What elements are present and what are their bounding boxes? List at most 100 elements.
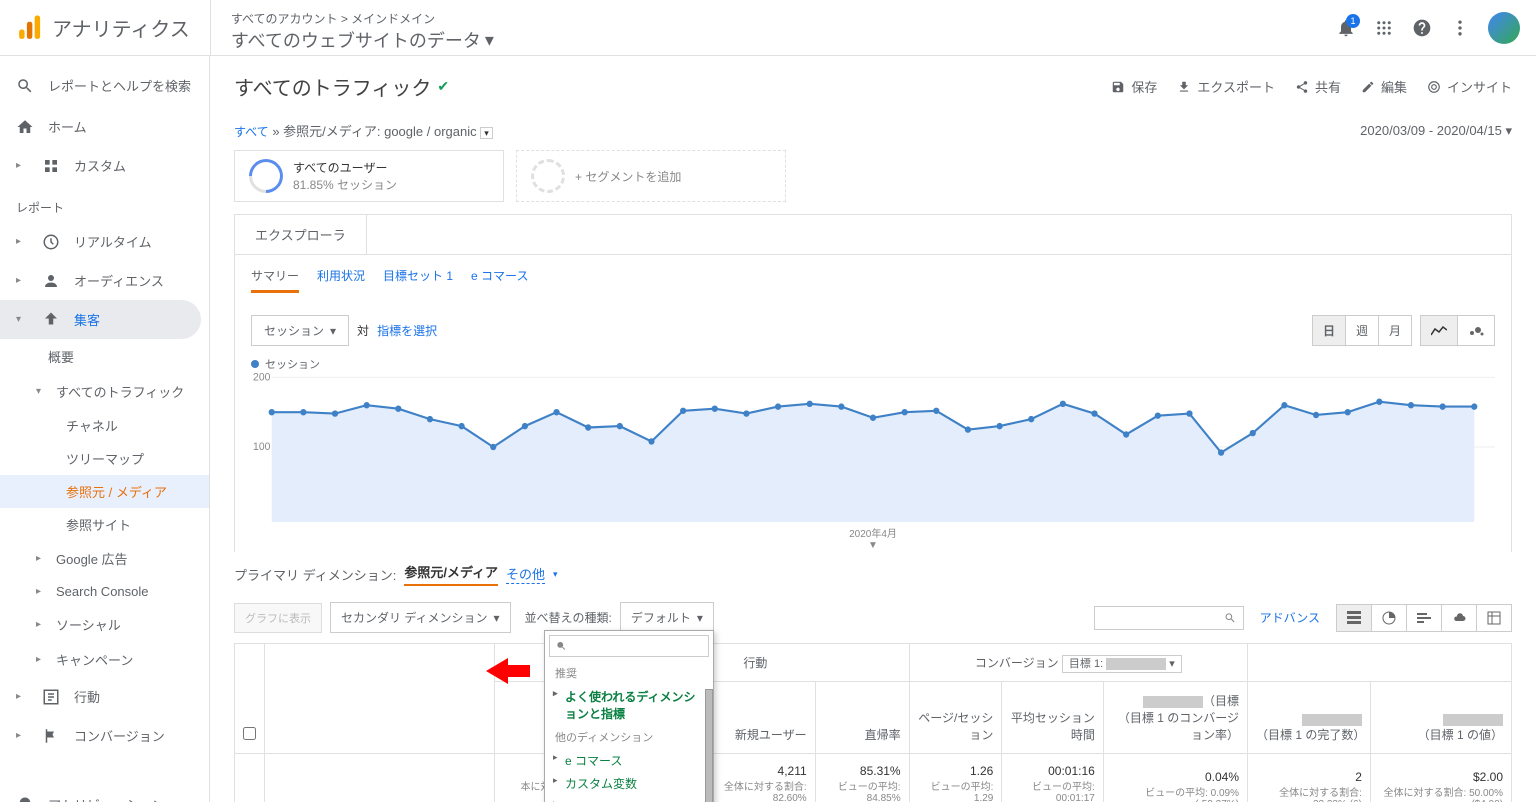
dropdown-caret-icon: ▾: [485, 30, 494, 51]
nav-social[interactable]: ▸ソーシャル: [0, 607, 209, 642]
sidebar-custom[interactable]: ▸カスタム: [0, 146, 209, 185]
edit-button[interactable]: 編集: [1361, 77, 1407, 96]
legend-label: セッション: [265, 356, 320, 372]
help-icon[interactable]: [1412, 18, 1432, 38]
dd-search-input[interactable]: [571, 639, 702, 653]
sidebar-acquisition[interactable]: ▾集客: [0, 300, 201, 339]
nav-campaign[interactable]: ▸キャンペーン: [0, 642, 209, 677]
segment-add[interactable]: + セグメントを追加: [516, 150, 786, 202]
col-bounce[interactable]: 直帰率: [815, 682, 909, 754]
sidebar-search[interactable]: レポートとヘルプを検索: [0, 64, 209, 107]
svg-text:100: 100: [253, 441, 270, 453]
nav-channel[interactable]: チャネル: [0, 409, 209, 442]
avatar[interactable]: [1488, 12, 1520, 44]
svg-text:200: 200: [253, 372, 270, 384]
sort-type-btn[interactable]: デフォルト ▾: [620, 602, 714, 633]
dd-item-social[interactable]: ソーシャル: [545, 795, 713, 802]
dd-search[interactable]: [549, 635, 709, 657]
dd-item-custom[interactable]: カスタム変数: [545, 772, 713, 795]
nav-referral[interactable]: 参照サイト: [0, 508, 209, 541]
crumb-dropdown[interactable]: ▾: [480, 127, 493, 139]
chart-metric[interactable]: セッション ▾: [251, 315, 349, 346]
subtab-ecommerce[interactable]: e コマース: [471, 267, 528, 293]
subtab-summary[interactable]: サマリー: [251, 267, 299, 293]
secondary-dim-btn[interactable]: セカンダリ ディメンション ▾: [330, 602, 511, 633]
dd-item-ecom[interactable]: e コマース: [545, 749, 713, 772]
sidebar-section-reports: レポート: [0, 185, 209, 222]
chevron-right-icon: ▸: [16, 691, 28, 702]
breadcrumb-main: すべてのウェブサイトのデータ: [231, 27, 481, 53]
col-goal-comp[interactable]: （目標 1 の完了数）: [1248, 682, 1371, 754]
tgl-day[interactable]: 日: [1313, 316, 1346, 345]
nav-overview[interactable]: 概要: [0, 339, 209, 374]
sidebar: レポートとヘルプを検索 ホーム ▸カスタム レポート ▸リアルタイム ▸オーディ…: [0, 56, 210, 802]
crumb-filter: 参照元/メディア: google / organic: [283, 124, 476, 139]
chevron-right-icon: ▸: [36, 586, 48, 597]
col-pages[interactable]: ページ/セッション: [909, 682, 1002, 754]
save-button[interactable]: 保存: [1111, 77, 1157, 96]
select-all[interactable]: [243, 727, 256, 740]
col-goal-val[interactable]: （目標 1 の値）: [1370, 682, 1511, 754]
chevron-right-icon: ▸: [16, 236, 28, 247]
tgl-week[interactable]: 週: [1346, 316, 1379, 345]
bell-badge: 1: [1346, 14, 1360, 28]
col-duration[interactable]: 平均セッション時間: [1002, 682, 1103, 754]
nav-source-medium[interactable]: 参照元 / メディア: [0, 475, 209, 508]
chevron-right-icon: ▸: [16, 275, 28, 286]
sidebar-realtime[interactable]: ▸リアルタイム: [0, 222, 209, 261]
sidebar-home[interactable]: ホーム: [0, 107, 209, 146]
subtab-usage[interactable]: 利用状況: [317, 267, 365, 293]
more-icon[interactable]: [1450, 18, 1470, 38]
header-breadcrumb[interactable]: すべてのアカウント > メインドメイン すべてのウェブサイトのデータ▾: [210, 0, 1336, 55]
segment-add-icon: [531, 159, 565, 193]
chart-bubble-icon[interactable]: [1458, 316, 1494, 345]
tab-explorer[interactable]: エクスプローラ: [234, 214, 367, 254]
nav-sc[interactable]: ▸Search Console: [0, 576, 209, 607]
nav-ads[interactable]: ▸Google 広告: [0, 541, 209, 576]
tgl-month[interactable]: 月: [1379, 316, 1411, 345]
col-goal-cvr[interactable]: （目標（目標 1 のコンバージョン率）: [1103, 682, 1247, 754]
sidebar-behavior[interactable]: ▸行動: [0, 677, 209, 716]
dd-item-popular[interactable]: よく使われるディメンションと指標: [545, 685, 713, 725]
share-icon: [1295, 80, 1309, 94]
red-arrow-annotation: [486, 658, 530, 687]
redacted-goal: [1106, 658, 1166, 670]
sidebar-attribution[interactable]: アトリビューション: [0, 785, 209, 802]
subtab-goalset[interactable]: 目標セット 1: [383, 267, 453, 293]
nav-all-traffic[interactable]: ▾すべてのトラフィック: [0, 374, 209, 409]
chevron-down-icon: ▾: [16, 314, 28, 325]
select-metric[interactable]: 指標を選択: [377, 322, 437, 339]
bell-icon[interactable]: 1: [1336, 18, 1356, 38]
export-button[interactable]: エクスポート: [1177, 77, 1275, 96]
chart-line-icon[interactable]: [1421, 316, 1458, 345]
view-pie-icon[interactable]: [1372, 605, 1407, 631]
sort-label: 並べ替えの種類:: [525, 609, 612, 626]
view-table-icon[interactable]: [1337, 605, 1372, 631]
pd-other[interactable]: その他: [506, 564, 545, 584]
search-placeholder: レポートとヘルプを検索: [48, 76, 191, 95]
breadcrumb-path: すべてのアカウント > メインドメイン: [231, 10, 435, 27]
sidebar-conversion[interactable]: ▸コンバージョン: [0, 716, 209, 755]
table-search[interactable]: [1094, 606, 1244, 630]
clock-icon: [42, 233, 60, 251]
date-range[interactable]: 2020/03/09 - 2020/04/15 ▾: [1360, 123, 1512, 139]
share-button[interactable]: 共有: [1295, 77, 1341, 96]
view-bar-icon[interactable]: [1407, 605, 1442, 631]
segment-all-users[interactable]: すべてのユーザー81.85% セッション: [234, 150, 504, 202]
view-pivot-icon[interactable]: [1477, 605, 1511, 631]
search-icon: [556, 640, 567, 652]
logo: アナリティクス: [16, 13, 190, 42]
insight-button[interactable]: インサイト: [1427, 77, 1512, 96]
dd-scrollbar[interactable]: [705, 689, 713, 802]
search-icon: [16, 77, 34, 95]
dd-sec-other: 他のディメンション: [545, 725, 713, 749]
table-search-input[interactable]: [1101, 611, 1221, 625]
nav-treemap[interactable]: ツリーマップ: [0, 442, 209, 475]
advanced-link[interactable]: アドバンス: [1260, 609, 1320, 626]
apps-icon[interactable]: [1374, 18, 1394, 38]
sidebar-audience[interactable]: ▸オーディエンス: [0, 261, 209, 300]
view-cloud-icon[interactable]: [1442, 605, 1477, 631]
goal-select[interactable]: 目標 1: ▾: [1062, 655, 1182, 673]
person-icon: [42, 272, 60, 290]
crumb-all[interactable]: すべて: [234, 125, 269, 139]
